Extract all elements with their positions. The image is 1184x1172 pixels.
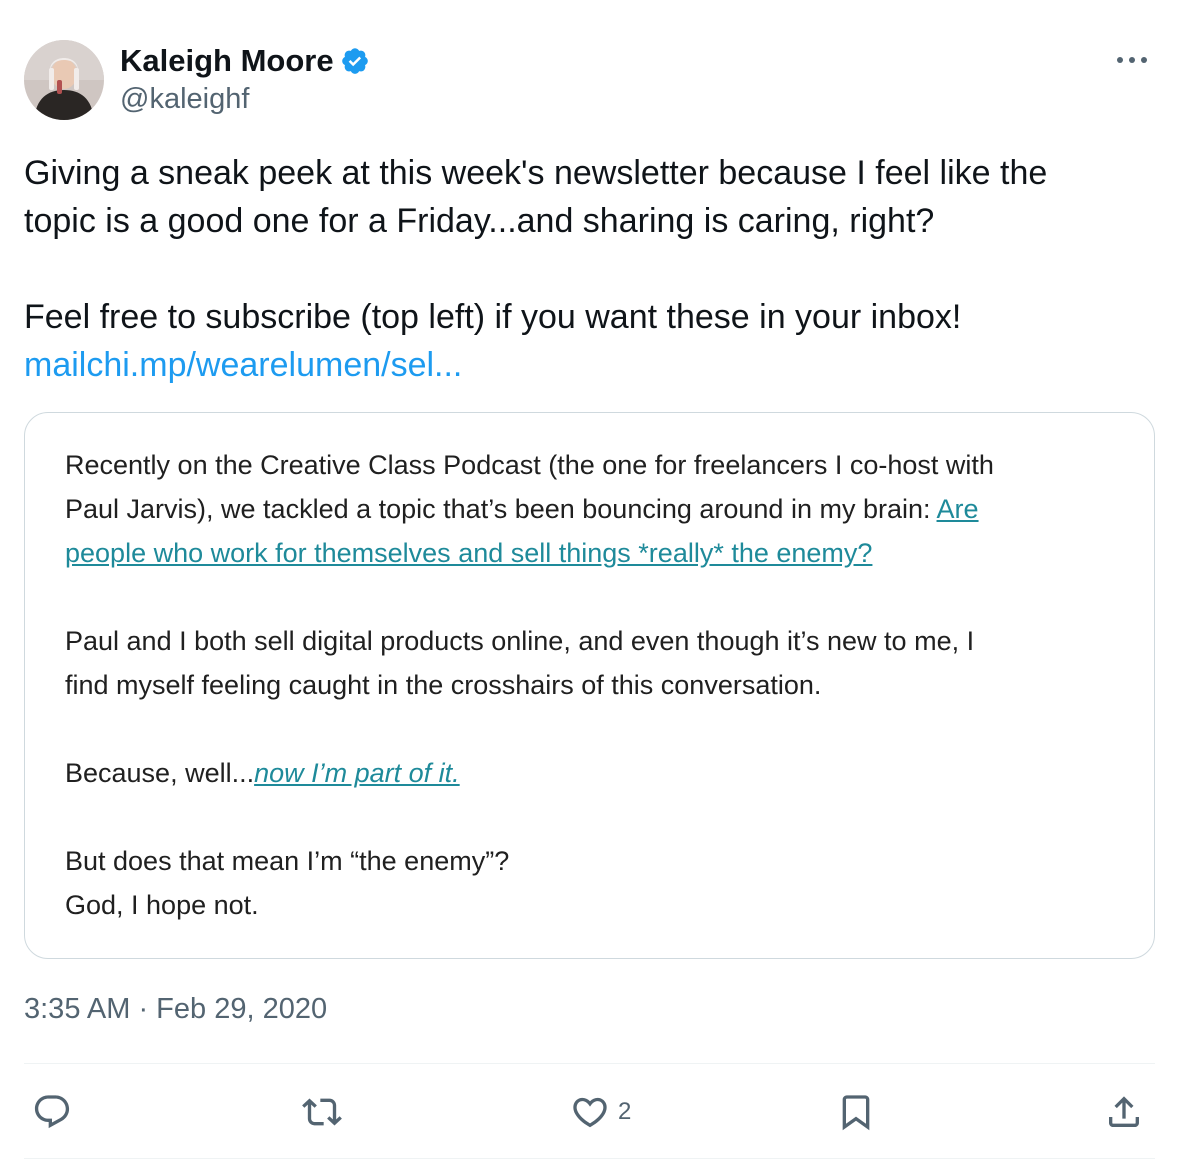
newsletter-line: God, I hope not. bbox=[65, 890, 259, 920]
retweet-icon bbox=[302, 1098, 342, 1126]
tweet-text-line: Feel free to subscribe (top left) if you… bbox=[24, 298, 962, 336]
retweet-button[interactable] bbox=[302, 1090, 342, 1134]
reply-button[interactable] bbox=[32, 1090, 72, 1134]
share-icon bbox=[1109, 1096, 1139, 1127]
newsletter-line: find myself feeling caught in the crossh… bbox=[65, 670, 822, 700]
verified-badge-icon bbox=[340, 46, 370, 76]
heart-icon bbox=[573, 1097, 607, 1128]
tweet-timestamp[interactable]: 3:35 AM · Feb 29, 2020 bbox=[24, 993, 327, 1026]
username-handle[interactable]: @kaleighf bbox=[120, 83, 249, 116]
bookmark-icon bbox=[842, 1095, 870, 1131]
divider bbox=[24, 1158, 1155, 1159]
newsletter-excerpt: Recently on the Creative Class Podcast (… bbox=[65, 443, 1115, 927]
tweet-link[interactable]: mailchi.mp/wearelumen/sel... bbox=[24, 346, 462, 384]
avatar[interactable] bbox=[24, 40, 104, 120]
newsletter-link: now I’m part of it. bbox=[254, 758, 460, 788]
reply-icon bbox=[34, 1095, 70, 1129]
newsletter-text: Paul Jarvis), we tackled a topic that’s … bbox=[65, 494, 937, 524]
divider bbox=[24, 1063, 1155, 1064]
newsletter-link: people who work for themselves and sell … bbox=[65, 538, 873, 568]
newsletter-line: But does that mean I’m “the enemy”? bbox=[65, 846, 510, 876]
tweet-text-line: topic is a good one for a Friday...and s… bbox=[24, 202, 935, 240]
bookmark-button[interactable] bbox=[836, 1090, 876, 1134]
share-button[interactable] bbox=[1104, 1090, 1144, 1134]
newsletter-line: Because, well...now I’m part of it. bbox=[65, 751, 1115, 795]
newsletter-line: people who work for themselves and sell … bbox=[65, 531, 1115, 575]
profile-photo-icon bbox=[24, 40, 104, 120]
newsletter-line: Paul Jarvis), we tackled a topic that’s … bbox=[65, 487, 1115, 531]
tweet-text: Giving a sneak peek at this week's newsl… bbox=[24, 149, 1144, 389]
newsletter-line: Paul and I both sell digital products on… bbox=[65, 626, 975, 656]
newsletter-text: Because, well... bbox=[65, 758, 255, 788]
display-name[interactable]: Kaleigh Moore bbox=[120, 43, 334, 79]
newsletter-line: Recently on the Creative Class Podcast (… bbox=[65, 450, 994, 480]
tweet-text-line: Giving a sneak peek at this week's newsl… bbox=[24, 154, 1048, 192]
media-image[interactable]: Recently on the Creative Class Podcast (… bbox=[24, 412, 1155, 959]
more-options-icon[interactable] bbox=[1112, 46, 1152, 74]
newsletter-link: Are bbox=[936, 494, 979, 524]
like-button[interactable]: 2 bbox=[570, 1090, 631, 1134]
like-count: 2 bbox=[618, 1098, 632, 1125]
